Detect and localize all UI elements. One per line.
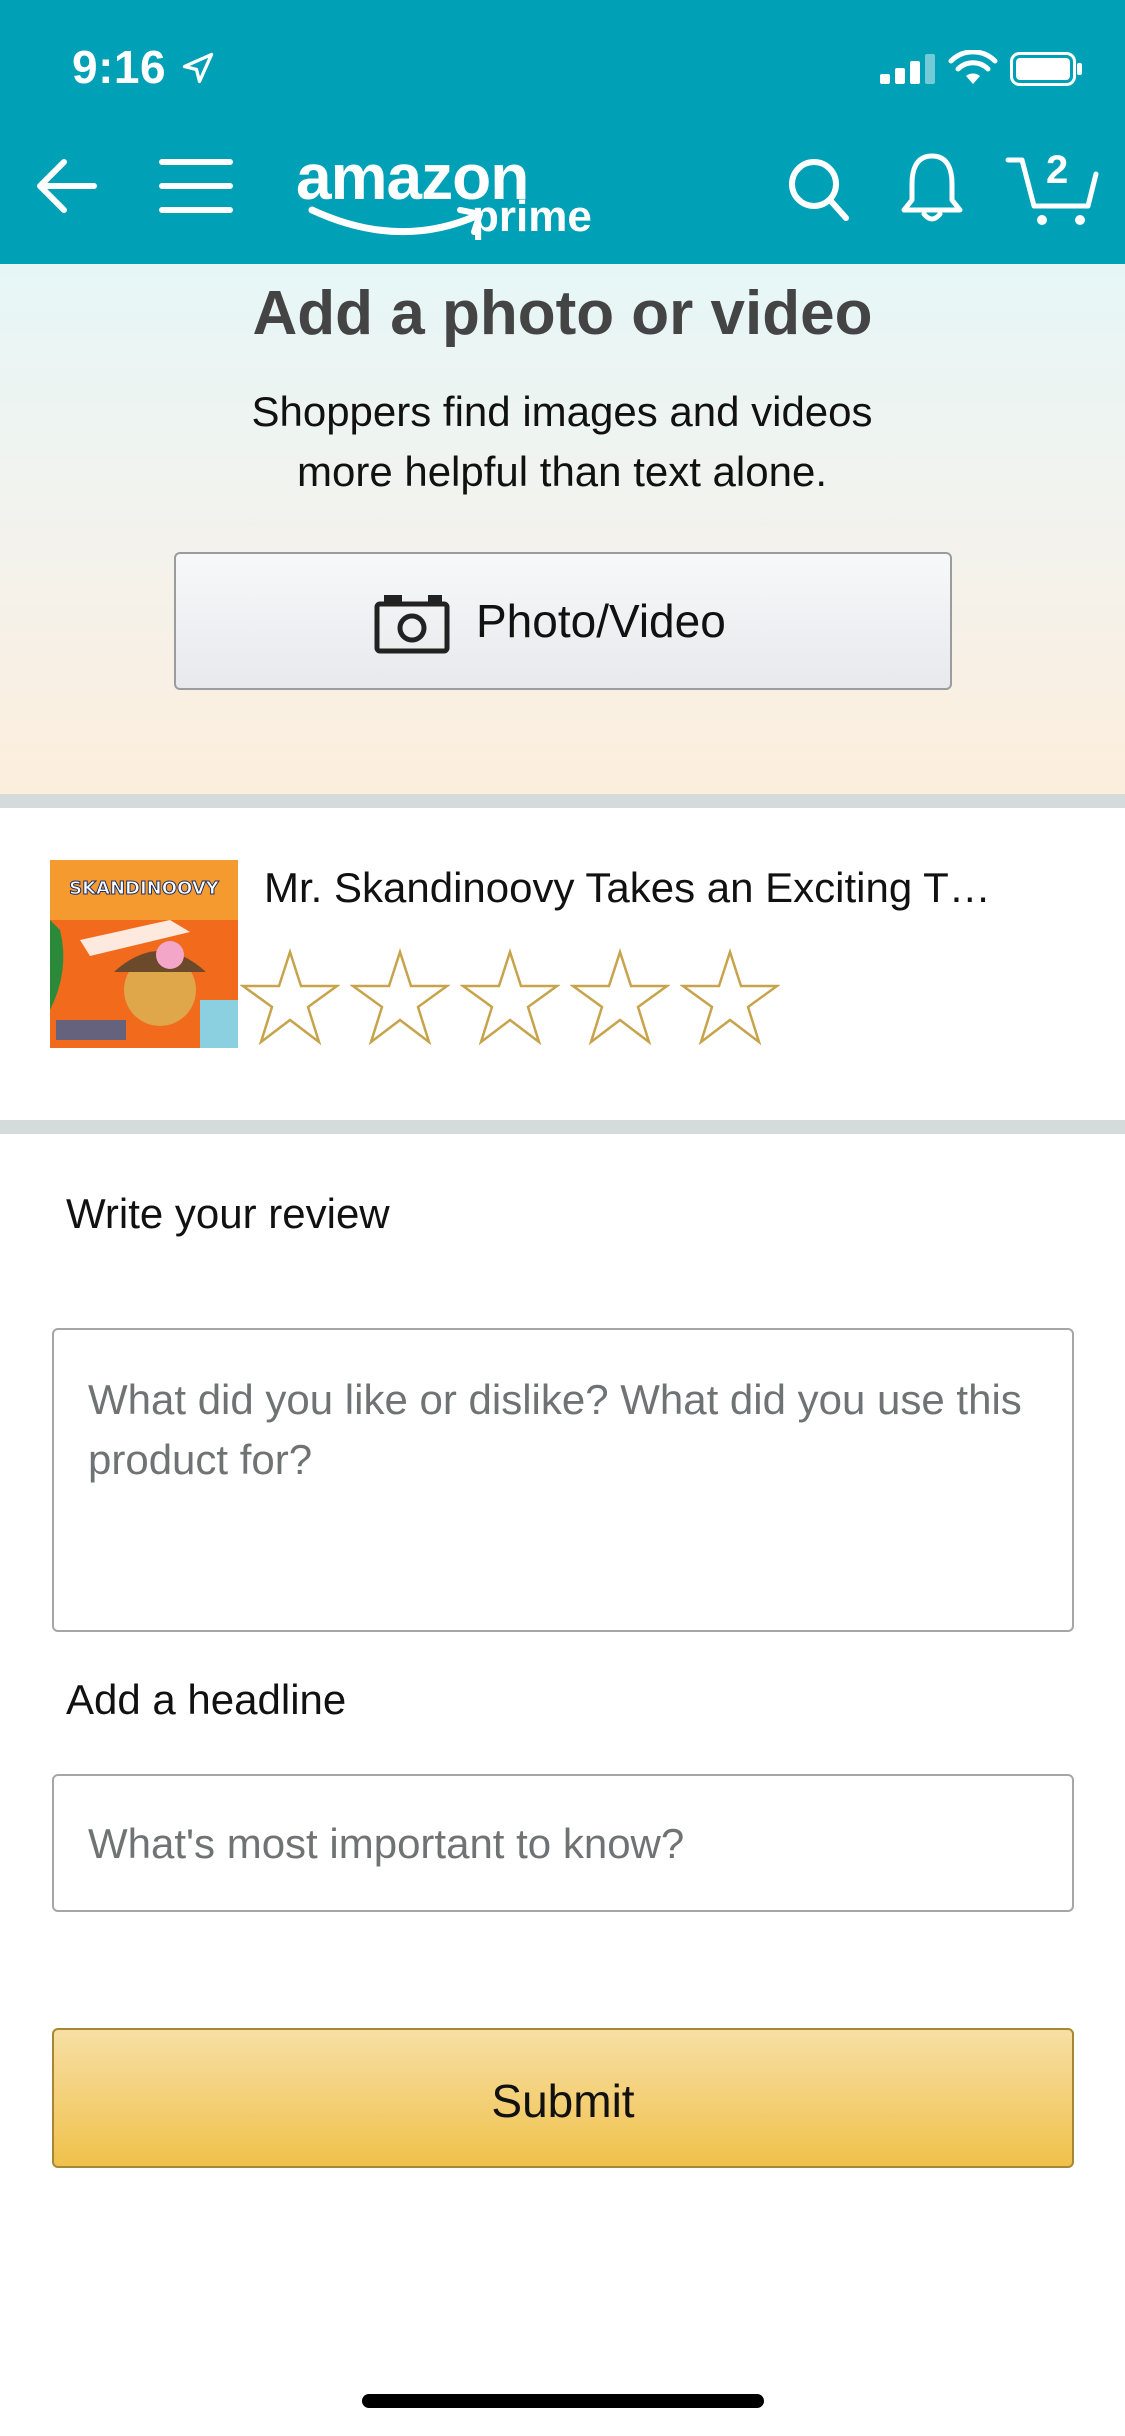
section-subtitle: Shoppers find images and videos more hel…	[162, 382, 962, 502]
review-placeholder: What did you like or dislike? What did y…	[88, 1376, 1022, 1483]
add-photo-section: Add a photo or video Shoppers find image…	[0, 264, 1125, 794]
subtitle-line-1: Shoppers find images and videos	[251, 388, 873, 435]
headline-placeholder: What's most important to know?	[88, 1820, 685, 1867]
star-3-icon[interactable]	[460, 948, 560, 1048]
menu-icon[interactable]	[158, 150, 234, 222]
bell-icon[interactable]	[900, 150, 964, 226]
review-textarea[interactable]: What did you like or dislike? What did y…	[52, 1328, 1074, 1632]
submit-label: Submit	[491, 2075, 635, 2127]
divider	[0, 1120, 1125, 1134]
wifi-icon	[948, 50, 998, 84]
svg-text:SKANDINOOVY: SKANDINOOVY	[69, 878, 220, 899]
cart-button[interactable]: 2	[1004, 140, 1100, 230]
app-header: 9:16 amazon prime 2	[0, 0, 1125, 264]
star-1-icon[interactable]	[240, 948, 340, 1048]
back-arrow-icon[interactable]	[30, 150, 102, 222]
photo-video-button[interactable]: Photo/Video	[174, 552, 952, 690]
review-label: Write your review	[66, 1190, 390, 1237]
product-image: SKANDINOOVY	[50, 860, 238, 1048]
cart-count-badge: 2	[1046, 148, 1069, 192]
subtitle-line-2: more helpful than text alone.	[296, 448, 827, 495]
location-arrow-icon	[182, 52, 214, 84]
status-time: 9:16	[72, 41, 167, 93]
search-icon[interactable]	[786, 154, 850, 226]
amazon-prime-logo[interactable]: amazon prime	[296, 140, 596, 250]
logo-prime-text: prime	[472, 192, 592, 241]
section-title: Add a photo or video	[252, 279, 873, 348]
headline-label: Add a headline	[66, 1676, 347, 1723]
signal-icon	[880, 54, 935, 84]
headline-input[interactable]: What's most important to know?	[52, 1774, 1074, 1912]
divider	[0, 794, 1125, 808]
photo-video-label: Photo/Video	[476, 595, 726, 647]
logo-smile-icon	[308, 206, 483, 236]
star-5-icon[interactable]	[680, 948, 780, 1048]
submit-button[interactable]: Submit	[52, 2028, 1074, 2168]
book-cover-image: SKANDINOOVY	[50, 860, 238, 1048]
home-indicator[interactable]	[362, 2394, 764, 2408]
star-4-icon[interactable]	[570, 948, 670, 1048]
star-rating[interactable]	[240, 948, 800, 1048]
camera-icon	[374, 595, 450, 654]
star-2-icon[interactable]	[350, 948, 450, 1048]
product-title: Mr. Skandinoovy Takes an Exciting T…	[264, 864, 991, 911]
battery-icon	[1010, 52, 1082, 86]
